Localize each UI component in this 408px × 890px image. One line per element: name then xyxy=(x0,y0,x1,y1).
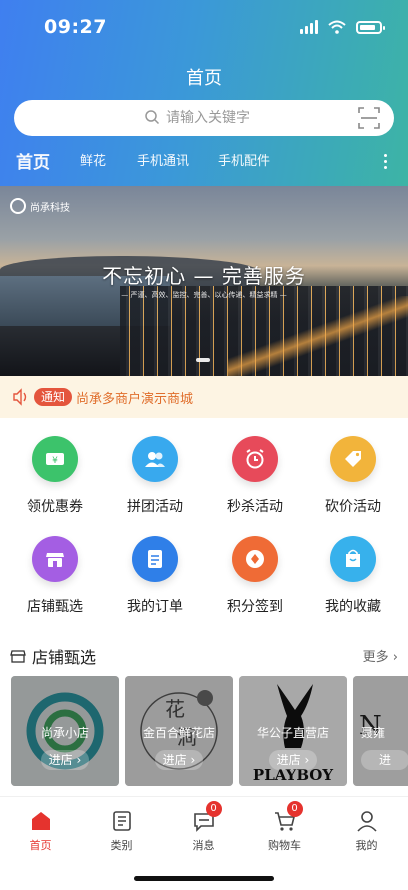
home-icon xyxy=(29,809,53,833)
search-bar[interactable] xyxy=(14,100,394,136)
feature-store-select[interactable]: 店铺甄选 xyxy=(4,528,106,616)
signal-icon xyxy=(300,20,318,34)
tab-mobile-comm[interactable]: 手机通讯 xyxy=(137,150,189,169)
shop-carousel: 尚承小店 进店 › 花 涧 金百合鲜花店 进店 › PLAYBOY 华公子直营店… xyxy=(11,676,408,786)
shopping-bag-icon xyxy=(330,536,376,582)
notice-text: 尚承多商户演示商城 xyxy=(76,392,194,407)
tab-flowers[interactable]: 鲜花 xyxy=(80,150,106,169)
tabbar-cart[interactable]: 0 购物车 xyxy=(244,801,325,853)
header: 09:27 首页 首页 鲜花 手机通讯 手机配件 xyxy=(0,0,408,186)
tabbar-home[interactable]: 首页 xyxy=(0,809,81,853)
banner-tagline: — 严谨、高效、监控、完善、以心传递、精益求精 — xyxy=(121,291,287,299)
svg-text:¥: ¥ xyxy=(52,456,58,466)
notice-badge: 通知 xyxy=(34,388,73,406)
banner-carousel[interactable]: 尚承科技 不忘初心 — 完善服务 — 严谨、高效、监控、完善、以心传递、精益求精… xyxy=(0,186,408,376)
shop-card[interactable]: 尚承小店 进店 › xyxy=(11,676,119,786)
shop-more-link[interactable]: 更多 › xyxy=(363,646,398,665)
coin-icon xyxy=(232,536,278,582)
shop-card[interactable]: N 聂雍 进 xyxy=(353,676,408,786)
feature-favorites[interactable]: 我的收藏 xyxy=(302,528,404,616)
status-bar: 09:27 xyxy=(0,14,408,42)
home-indicator xyxy=(134,876,274,881)
tabbar-messages[interactable]: 0 消息 xyxy=(163,801,244,853)
enter-shop-button[interactable]: 进店 › xyxy=(269,750,317,770)
feature-coupon[interactable]: ¥ 领优惠券 xyxy=(4,428,106,516)
group-icon xyxy=(132,436,178,482)
tabbar-profile[interactable]: 我的 xyxy=(326,809,407,853)
tab-home[interactable]: 首页 xyxy=(16,148,50,173)
feature-my-orders[interactable]: 我的订单 xyxy=(104,528,206,616)
shop-section-title: 店铺甄选 xyxy=(10,644,96,668)
enter-shop-button[interactable]: 进 xyxy=(361,750,408,770)
alarm-clock-icon xyxy=(232,436,278,482)
profile-icon xyxy=(355,809,379,833)
coupon-icon: ¥ xyxy=(32,436,78,482)
banner-headline: 不忘初心 — 完善服务 xyxy=(102,264,306,288)
notice-bar[interactable]: 通知 尚承多商户演示商城 xyxy=(0,376,408,418)
search-icon xyxy=(145,110,160,125)
category-icon xyxy=(110,809,134,833)
price-tag-icon xyxy=(330,436,376,482)
message-icon: 0 xyxy=(192,801,222,833)
more-icon[interactable] xyxy=(384,154,388,172)
speaker-icon xyxy=(13,388,27,406)
cart-badge: 0 xyxy=(286,801,303,817)
feature-flash-sale[interactable]: 秒杀活动 xyxy=(204,428,306,516)
order-icon xyxy=(132,536,178,582)
tabbar-category[interactable]: 类别 xyxy=(81,809,162,853)
category-tabs: 首页 鲜花 手机通讯 手机配件 xyxy=(0,150,408,174)
chevron-right-icon: › xyxy=(392,650,398,665)
feature-points-checkin[interactable]: 积分签到 xyxy=(204,528,306,616)
feature-bargain[interactable]: 砍价活动 xyxy=(302,428,404,516)
tab-mobile-accessories[interactable]: 手机配件 xyxy=(218,150,270,169)
store-icon xyxy=(32,536,78,582)
wifi-icon xyxy=(328,20,346,34)
feature-group-buy[interactable]: 拼团活动 xyxy=(104,428,206,516)
battery-icon xyxy=(356,20,385,34)
scan-icon[interactable] xyxy=(358,107,380,129)
enter-shop-button[interactable]: 进店 › xyxy=(41,750,89,770)
page-title: 首页 xyxy=(186,68,222,89)
store-icon xyxy=(10,650,26,663)
carousel-indicator xyxy=(196,358,210,362)
shop-card[interactable]: 花 涧 金百合鲜花店 进店 › xyxy=(125,676,233,786)
message-badge: 0 xyxy=(205,801,222,817)
status-time: 09:27 xyxy=(44,16,107,38)
shop-card[interactable]: PLAYBOY 华公子直营店 进店 › xyxy=(239,676,347,786)
company-logo-icon xyxy=(10,198,26,214)
enter-shop-button[interactable]: 进店 › xyxy=(155,750,203,770)
banner-logo: 尚承科技 xyxy=(10,198,70,214)
cart-icon: 0 xyxy=(273,801,303,833)
search-input[interactable] xyxy=(166,106,346,130)
